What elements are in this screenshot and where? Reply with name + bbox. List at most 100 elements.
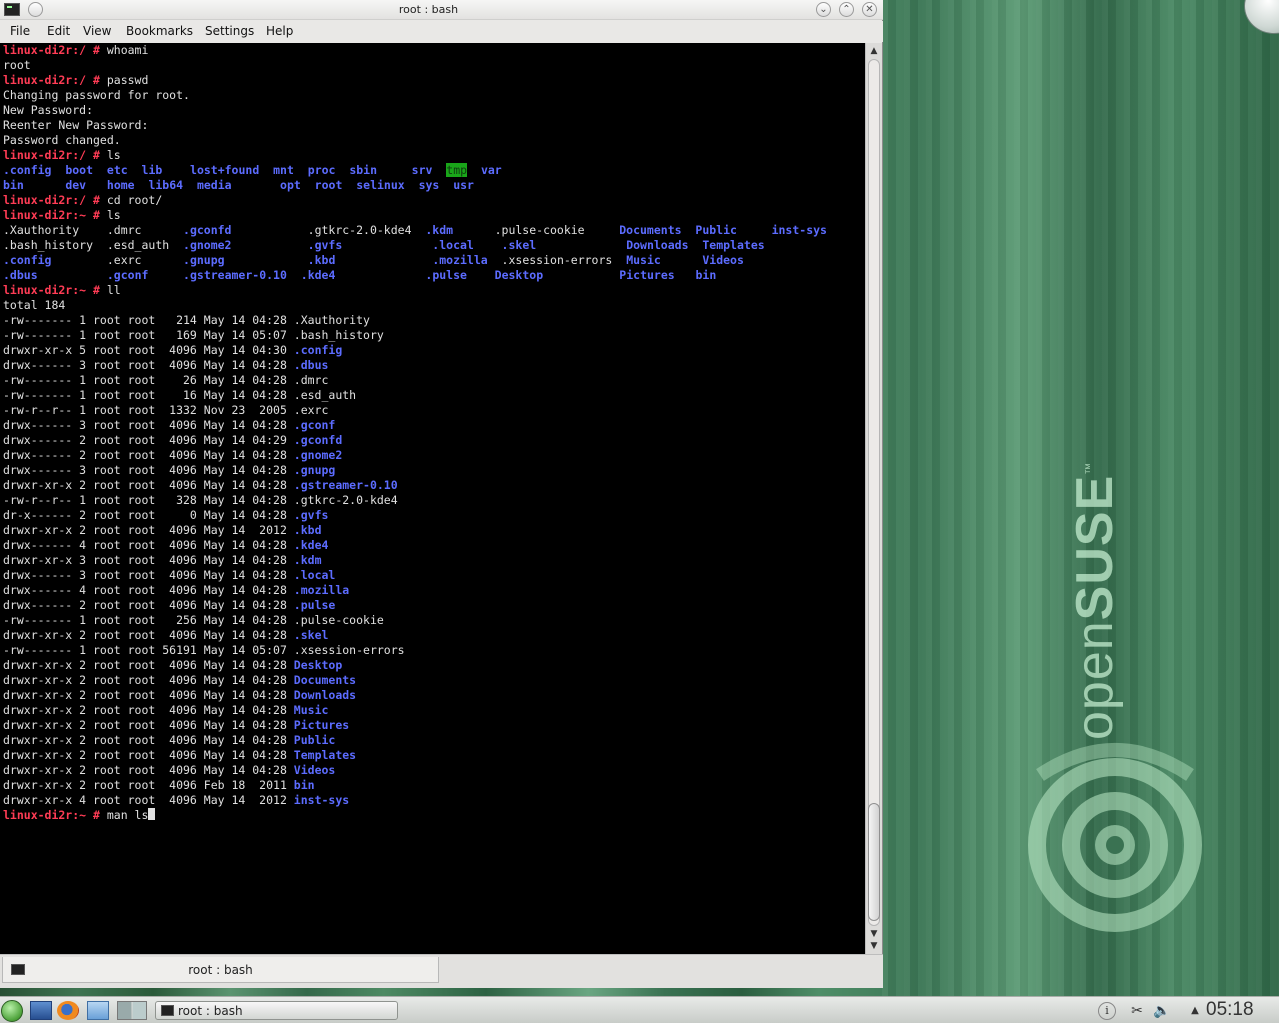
scroll-up-arrow[interactable]: ▲: [866, 45, 882, 57]
tab-root-bash[interactable]: root : bash: [2, 957, 439, 983]
directory-name: Pictures: [293, 718, 350, 732]
directory-name: .gconf: [293, 418, 336, 432]
terminal-line: root: [3, 58, 827, 73]
directory-name: opt: [280, 178, 301, 192]
terminal-text: drwxr-xr-x 2 root root 4096 May 14 04:28: [3, 478, 294, 492]
terminal-text: -rw------- 1 root root 16 May 14 04:28 .…: [3, 388, 357, 402]
terminal-text: -rw------- 1 root root 256 May 14 04:28 …: [3, 613, 384, 627]
terminal-line: drwxr-xr-x 2 root root 4096 May 14 04:28…: [3, 658, 827, 673]
terminal-text: passwd: [106, 73, 149, 87]
taskbar-panel: root : bash i ✂ 🔈 ▲ 05:18: [0, 996, 1279, 1023]
directory-name: .gstreamer-0.10: [293, 478, 398, 492]
directory-name: Documents: [619, 223, 682, 237]
terminal-scrollbar[interactable]: ▲ ▼ ▼: [865, 43, 882, 954]
menu-edit[interactable]: Edit: [47, 24, 70, 38]
menu-settings[interactable]: Settings: [205, 24, 254, 38]
chevron-down-icon[interactable]: ⌄: [816, 2, 831, 17]
directory-name: home: [106, 178, 135, 192]
directory-name: Videos: [293, 763, 336, 777]
menu-bookmarks[interactable]: Bookmarks: [126, 24, 193, 38]
terminal-text: -rw-r--r-- 1 root root 1332 Nov 23 2005 …: [3, 403, 329, 417]
directory-name: .gnupg: [183, 253, 225, 267]
pager-icon[interactable]: [117, 1001, 147, 1020]
directory-name: .config: [293, 343, 343, 357]
scissors-icon[interactable]: ✂: [1128, 1002, 1146, 1020]
title-bar[interactable]: root : bash ⌄ ⌃ ✕: [0, 0, 883, 20]
terminal-text: -rw------- 1 root root 214 May 14 04:28 …: [3, 313, 370, 327]
directory-name: lib: [141, 163, 163, 177]
directory-name: usr: [453, 178, 474, 192]
terminal-line: drwx------ 4 root root 4096 May 14 04:28…: [3, 583, 827, 598]
directory-name: .gvfs: [293, 508, 329, 522]
directory-name: .skel: [293, 628, 329, 642]
show-desktop-icon[interactable]: [30, 1001, 52, 1020]
info-icon[interactable]: i: [1098, 1002, 1116, 1020]
terminal-line: linux-di2r:/ # passwd: [3, 73, 827, 88]
tab-label: root : bash: [188, 963, 253, 977]
menu-file[interactable]: File: [10, 24, 30, 38]
terminal-text: dr-x------ 2 root root 0 May 14 04:28: [3, 508, 294, 522]
directory-name: lost+found: [190, 163, 260, 177]
directory-name: Videos: [702, 253, 744, 267]
terminal-text: drwx------ 4 root root 4096 May 14 04:28: [3, 538, 294, 552]
terminal-line: linux-di2r:~ # ls: [3, 208, 827, 223]
directory-name: sys: [418, 178, 440, 192]
terminal-line: dr-x------ 2 root root 0 May 14 04:28 .g…: [3, 508, 827, 523]
directory-name: sbin: [349, 163, 378, 177]
terminal-text: drwx------ 3 root root 4096 May 14 04:28: [3, 568, 294, 582]
window-title: root : bash: [398, 3, 459, 16]
shell-prompt: linux-di2r:/ #: [3, 43, 107, 57]
directory-name: inst-sys: [293, 793, 350, 807]
terminal-line: New Password:: [3, 103, 827, 118]
scroll-track[interactable]: [868, 59, 880, 926]
menu-view[interactable]: View: [83, 24, 111, 38]
directory-name: bin: [695, 268, 717, 282]
menu-help[interactable]: Help: [266, 24, 293, 38]
clock[interactable]: 05:18: [1206, 999, 1254, 1021]
directory-name: .pulse: [293, 598, 336, 612]
scroll-down-arrow-secondary[interactable]: ▼: [866, 940, 882, 952]
terminal-text: drwxr-xr-x 2 root root 4096 May 14 04:28: [3, 733, 294, 747]
shell-prompt: linux-di2r:~ #: [3, 283, 107, 297]
directory-name: Music: [626, 253, 661, 267]
directory-name: .kde4: [300, 268, 336, 282]
file-manager-icon[interactable]: [87, 1001, 109, 1020]
kde-menu-icon[interactable]: [1, 1000, 23, 1022]
terminal-line: -rw-r--r-- 1 root root 1332 Nov 23 2005 …: [3, 403, 827, 418]
chevron-up-icon[interactable]: ⌃: [839, 2, 854, 17]
menu-bar: File Edit View Bookmarks Settings Help: [0, 21, 883, 42]
scroll-thumb[interactable]: [868, 803, 880, 921]
terminal-line: bin dev home lib64 media opt root selinu…: [3, 178, 827, 193]
close-icon[interactable]: ✕: [862, 2, 877, 17]
terminal-lines: linux-di2r:/ # whoami root linux-di2r:/ # …: [3, 43, 827, 823]
terminal-line: drwx------ 3 root root 4096 May 14 04:28…: [3, 358, 827, 373]
shell-prompt: linux-di2r:~ #: [3, 208, 107, 222]
scroll-down-arrow[interactable]: ▼: [866, 928, 882, 940]
terminal-text: total 184: [3, 298, 66, 312]
terminal-line: -rw------- 1 root root 214 May 14 04:28 …: [3, 313, 827, 328]
terminal-output[interactable]: linux-di2r:/ # whoami root linux-di2r:/ # …: [0, 43, 865, 954]
triangle-up-icon[interactable]: ▲: [1186, 1002, 1204, 1020]
terminal-text: Password changed.: [3, 133, 121, 147]
terminal-text: -rw------- 1 root root 26 May 14 04:28 .…: [3, 373, 329, 387]
task-button-root-bash[interactable]: root : bash: [155, 1001, 398, 1020]
firefox-icon[interactable]: [57, 1001, 79, 1020]
terminal-text: drwx------ 2 root root 4096 May 14 04:28: [3, 598, 294, 612]
directory-name: Templates: [293, 748, 357, 762]
terminal-line: -rw------- 1 root root 26 May 14 04:28 .…: [3, 373, 827, 388]
terminal-text: drwxr-xr-x 4 root root 4096 May 14 2012: [3, 793, 294, 807]
speaker-icon[interactable]: 🔈: [1153, 1002, 1171, 1020]
directory-name: .local: [293, 568, 336, 582]
directory-name: mnt: [273, 163, 294, 177]
